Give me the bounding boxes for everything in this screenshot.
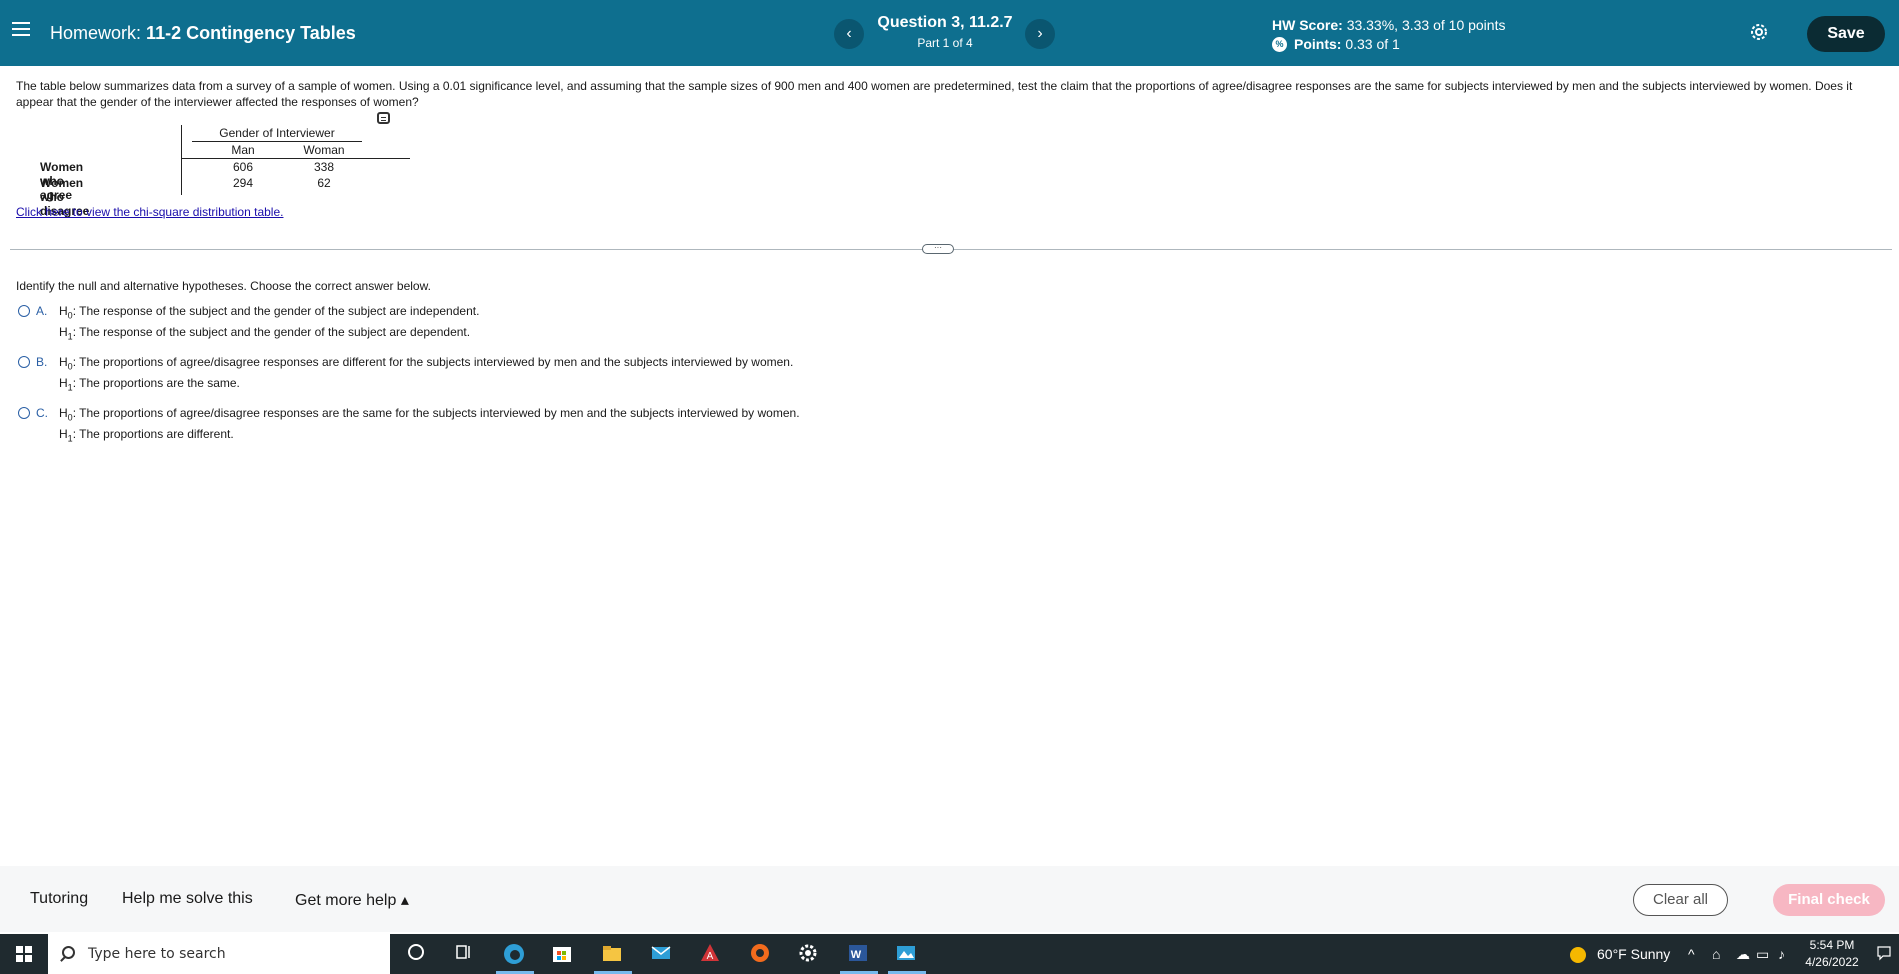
windows-taskbar: Type here to search A W 60°F Sunny ^ ⌂ ☁…	[0, 934, 1899, 974]
question-title: Question 3, 11.2.7	[877, 14, 1013, 31]
question-indicator: Question 3, 11.2.7 Part 1 of 4	[870, 14, 1020, 50]
option-c-h0: H0: The proportions of agree/disagree re…	[59, 406, 800, 423]
score-panel: HW Score: 33.33%, 3.33 of 10 points % Po…	[1272, 16, 1505, 54]
app-warning-icon[interactable]: A	[698, 942, 722, 966]
option-b-h1: H1: The proportions are the same.	[59, 376, 240, 393]
option-a-h0: H0: The response of the subject and the …	[59, 304, 480, 321]
taskbar-clock[interactable]: 5:54 PM 4/26/2022	[1802, 937, 1862, 971]
option-letter: B.	[36, 355, 48, 369]
points-progress-icon: %	[1272, 37, 1287, 52]
store-icon[interactable]	[550, 942, 574, 966]
tutoring-button[interactable]: Tutoring	[30, 890, 88, 908]
data-table-icon[interactable]	[377, 112, 390, 124]
pane-resize-handle[interactable]: ···	[922, 244, 954, 254]
task-view-icon[interactable]	[452, 942, 476, 966]
hamburger-menu-icon[interactable]	[12, 22, 30, 42]
homework-name: 11-2 Contingency Tables	[146, 23, 356, 43]
table-divider	[182, 158, 410, 159]
chi-square-table-link[interactable]: Click here to view the chi-square distri…	[16, 205, 283, 219]
taskbar-search-input[interactable]: Type here to search	[48, 934, 390, 974]
column-header-woman: Woman	[303, 143, 345, 157]
option-b-h0: H0: The proportions of agree/disagree re…	[59, 355, 794, 372]
question-part: Part 1 of 4	[917, 36, 973, 50]
cortana-icon[interactable]	[404, 942, 428, 966]
clock-time: 5:54 PM	[1809, 938, 1855, 952]
column-header-man: Man	[231, 143, 255, 157]
answer-instruction: Identify the null and alternative hypoth…	[16, 279, 431, 293]
network-icon[interactable]: ▭	[1756, 946, 1769, 963]
volume-icon[interactable]: ♪	[1778, 946, 1785, 962]
question-text: The table below summarizes data from a s…	[16, 79, 1853, 109]
final-check-button[interactable]: Final check	[1773, 884, 1885, 916]
search-icon	[62, 946, 75, 959]
windows-start-icon[interactable]	[16, 946, 32, 962]
settings-icon[interactable]	[796, 942, 820, 966]
points-label: Points:	[1294, 36, 1342, 52]
homework-prefix: Homework:	[50, 23, 142, 43]
save-button[interactable]: Save	[1807, 16, 1885, 52]
media-app-icon[interactable]	[748, 942, 772, 966]
tray-chevron-up-icon[interactable]: ^	[1688, 946, 1695, 962]
file-explorer-icon[interactable]	[600, 942, 624, 966]
help-footer: Tutoring Help me solve this Get more hel…	[0, 866, 1899, 932]
tray-app-icon[interactable]: ⌂	[1712, 946, 1720, 962]
clear-all-button[interactable]: Clear all	[1633, 884, 1728, 916]
get-more-help-button[interactable]: Get more help ▴	[295, 890, 409, 910]
svg-text:A: A	[707, 951, 714, 962]
option-letter: C.	[36, 406, 48, 420]
radio-option-b[interactable]	[18, 356, 30, 368]
table-cell: 294	[232, 176, 254, 190]
weather-text[interactable]: 60°F Sunny	[1597, 946, 1670, 962]
next-question-button[interactable]: ›	[1025, 19, 1055, 49]
top-bar: Homework: 11-2 Contingency Tables ‹ Ques…	[0, 0, 1899, 66]
help-me-solve-button[interactable]: Help me solve this	[122, 890, 253, 908]
table-cell: 62	[317, 176, 331, 190]
hw-score-label: HW Score:	[1272, 17, 1343, 33]
table-cell: 338	[313, 160, 335, 174]
table-divider	[192, 141, 362, 142]
table-group-header: Gender of Interviewer	[219, 126, 335, 140]
onedrive-cloud-icon[interactable]: ☁	[1736, 946, 1750, 963]
hw-score-value: 33.33%, 3.33 of 10 points	[1346, 17, 1506, 33]
table-cell: 606	[232, 160, 254, 174]
option-letter: A.	[36, 304, 48, 318]
search-placeholder: Type here to search	[88, 946, 226, 962]
svg-text:W: W	[851, 949, 862, 961]
mail-icon[interactable]	[649, 942, 673, 966]
previous-question-button[interactable]: ‹	[834, 19, 864, 49]
option-a-h1: H1: The response of the subject and the …	[59, 325, 471, 342]
photos-icon[interactable]	[894, 942, 918, 966]
radio-option-a[interactable]	[18, 305, 30, 317]
homework-title: Homework: 11-2 Contingency Tables	[50, 23, 356, 44]
notification-icon[interactable]	[1876, 945, 1892, 964]
clock-date: 4/26/2022	[1805, 955, 1859, 969]
weather-sun-icon[interactable]	[1570, 947, 1586, 963]
edge-browser-icon[interactable]	[502, 942, 526, 966]
settings-gear-icon[interactable]	[1748, 21, 1770, 43]
word-icon[interactable]: W	[846, 942, 870, 966]
radio-option-c[interactable]	[18, 407, 30, 419]
option-c-h1: H1: The proportions are different.	[59, 427, 234, 444]
points-value: 0.33 of 1	[1345, 36, 1400, 52]
table-divider	[181, 125, 182, 195]
